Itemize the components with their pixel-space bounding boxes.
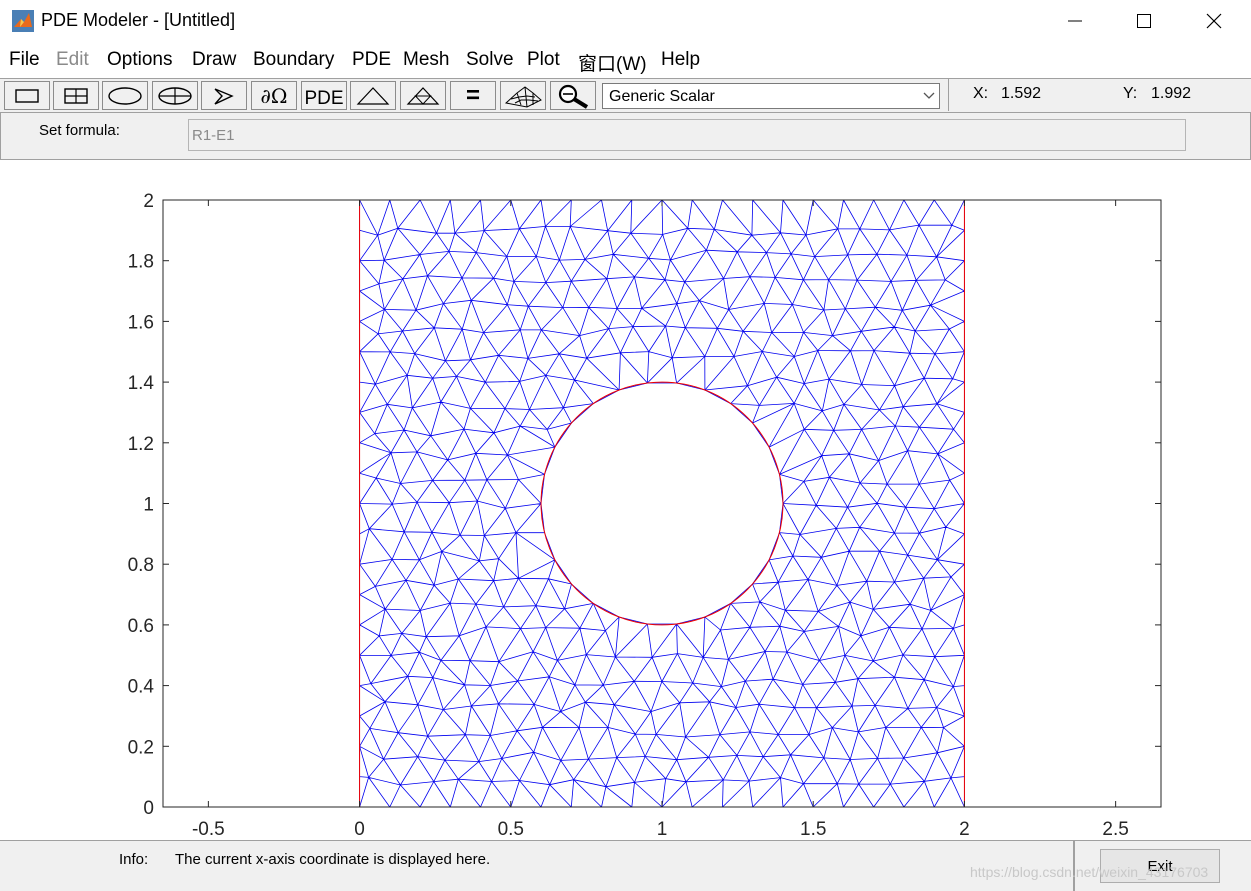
solve-icon: = (465, 81, 480, 109)
mesh-lines (359, 199, 965, 808)
x-tick-label: 2.5 (1102, 819, 1128, 840)
y-tick-label: 1.8 (128, 252, 154, 273)
y-coord-value: 1.992 (1151, 85, 1192, 102)
close-button[interactable] (1191, 0, 1237, 42)
menu-options[interactable]: Options (107, 49, 172, 71)
ellipse-icon (108, 86, 142, 105)
x-tick-label: 1 (657, 819, 668, 840)
minimize-button[interactable] (1052, 0, 1098, 42)
formula-bar: Set formula: (0, 112, 1251, 160)
rectangle-icon (15, 88, 39, 103)
y-tick-label: 0.6 (128, 616, 154, 637)
menu-boundary[interactable]: Boundary (253, 49, 334, 71)
pde-spec-icon: PDE (304, 87, 344, 109)
solve-button[interactable]: = (450, 81, 496, 110)
menu-draw[interactable]: Draw (192, 49, 236, 71)
mesh-triangles (359, 199, 965, 808)
y-tick-label: 2 (143, 191, 154, 212)
menu-plot[interactable]: Plot (527, 49, 560, 71)
minimize-icon (1068, 20, 1082, 22)
x-coord-value: 1.592 (1001, 85, 1042, 102)
y-tick-label: 0.4 (128, 677, 155, 698)
zoom-icon (558, 84, 589, 109)
status-bar: Info: The current x-axis coordinate is d… (0, 840, 1251, 891)
maximize-button[interactable] (1121, 0, 1167, 42)
axes: -0.5 0 0.5 1 1.5 2 2.5 0 0.2 0.4 0.6 0.8 1 1.2 1.4 1.6 1… (128, 191, 1162, 840)
y-tick-label: 0.2 (128, 737, 154, 758)
set-formula-label: Set formula: (39, 122, 120, 139)
menu-window[interactable]: 窗口(W) (578, 49, 647, 76)
coordinate-display: X: 1.592 Y: 1.992 (948, 79, 1249, 111)
x-coord-label: X: (973, 85, 989, 102)
menu-solve[interactable]: Solve (466, 49, 514, 71)
polygon-icon (214, 87, 234, 105)
plot-area[interactable]: -0.5 0 0.5 1 1.5 2 2.5 0 0.2 0.4 0.6 0.8 1 1.2 1.4 1.6 1… (0, 160, 1251, 840)
draw-ellipse-center-button[interactable] (152, 81, 198, 110)
init-mesh-button[interactable] (350, 81, 396, 110)
x-tick-label: 1.5 (800, 819, 826, 840)
y-coord-label: Y: (1123, 85, 1138, 102)
menu-edit[interactable]: Edit (56, 49, 89, 71)
menu-file[interactable]: File (9, 49, 40, 71)
close-icon (1206, 13, 1222, 29)
menu-help[interactable]: Help (661, 49, 700, 71)
x-tick-label: 0.5 (498, 819, 524, 840)
refine-mesh-button[interactable] (400, 81, 446, 110)
info-label: Info: (119, 851, 149, 868)
x-tick-label: -0.5 (192, 819, 225, 840)
set-formula-input[interactable] (188, 119, 1186, 151)
application-mode-select[interactable]: Generic Scalar (602, 83, 940, 109)
y-tick-label: 1.2 (128, 434, 154, 455)
draw-polygon-button[interactable] (201, 81, 247, 110)
y-tick-label: 1.6 (128, 312, 154, 333)
menu-pde[interactable]: PDE (352, 49, 391, 71)
plot-3d-icon (504, 85, 542, 108)
boundary-mode-button[interactable]: ∂Ω (251, 81, 297, 110)
matlab-logo-icon (12, 10, 34, 32)
y-tick-label: 1.4 (128, 373, 155, 394)
draw-ellipse-button[interactable] (102, 81, 148, 110)
circle-boundary (540, 381, 784, 626)
chevron-down-icon (919, 84, 939, 108)
x-tick-label: 2 (959, 819, 970, 840)
boundary-mode-icon: ∂Ω (260, 83, 288, 108)
info-text: The current x-axis coordinate is display… (175, 851, 491, 868)
refine-mesh-icon (406, 86, 440, 105)
zoom-button[interactable] (550, 81, 596, 110)
window-title: PDE Modeler - [Untitled] (41, 10, 236, 30)
y-tick-label: 1 (143, 495, 154, 516)
ellipse-center-icon (158, 86, 192, 105)
draw-rectangle-center-button[interactable] (53, 81, 99, 110)
pde-spec-button[interactable]: PDE (301, 81, 347, 110)
plot-button[interactable] (500, 81, 546, 110)
init-mesh-icon (356, 86, 390, 105)
watermark: https://blog.csdn.net/weixin_43176703 (970, 864, 1209, 880)
application-mode-value: Generic Scalar (609, 88, 715, 105)
axes-frame (162, 199, 1162, 808)
menu-mesh[interactable]: Mesh (403, 49, 449, 71)
menu-bar: File Edit Options Draw Boundary PDE Mesh… (0, 46, 1251, 76)
y-tick-label: 0.8 (128, 555, 154, 576)
y-tick-label: 0 (143, 798, 154, 819)
rectangle-center-icon (64, 87, 88, 104)
draw-rectangle-button[interactable] (4, 81, 50, 110)
mesh-plot[interactable]: -0.5 0 0.5 1 1.5 2 2.5 0 0.2 0.4 0.6 0.8 1 1.2 1.4 1.6 1… (0, 160, 1251, 840)
x-tick-label: 0 (354, 819, 365, 840)
title-bar: PDE Modeler - [Untitled] (0, 0, 1251, 42)
maximize-icon (1137, 14, 1151, 28)
